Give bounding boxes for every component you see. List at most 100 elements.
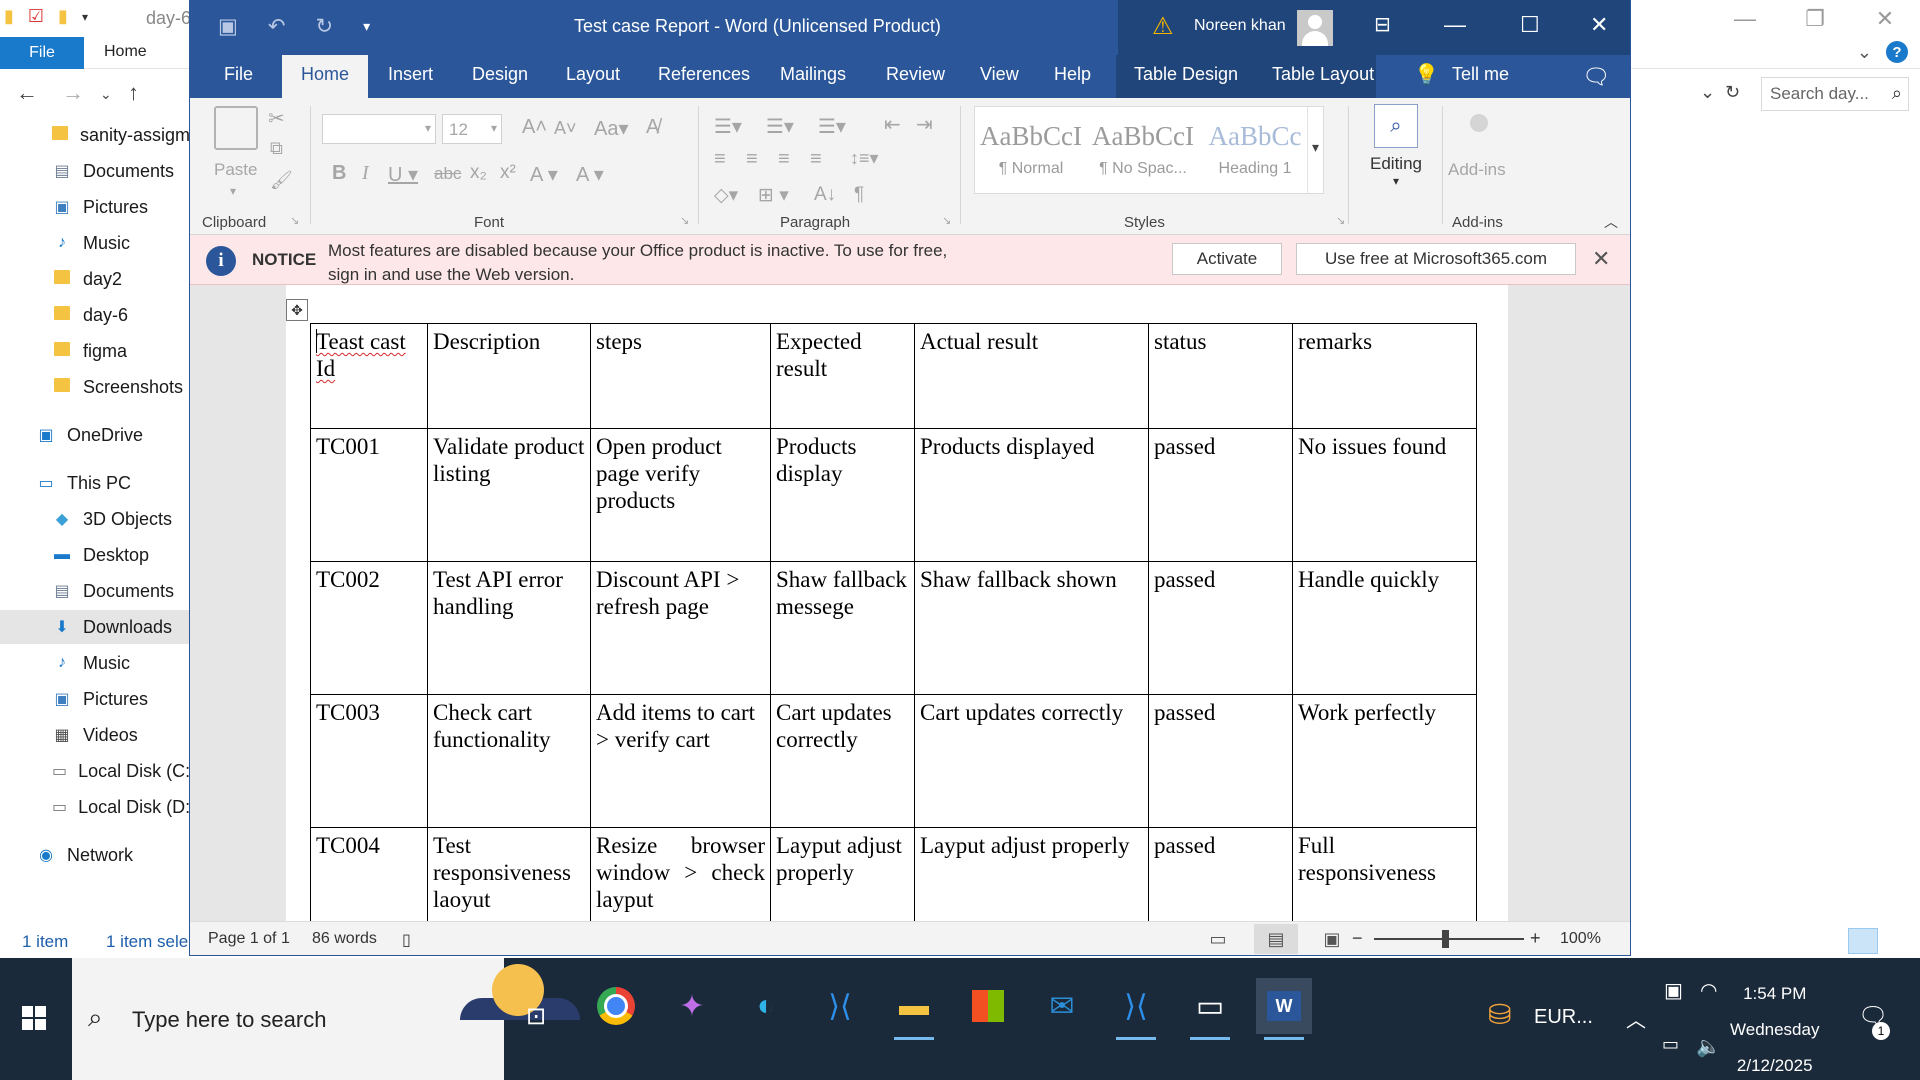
close-icon[interactable]: ✕ — [1850, 0, 1920, 37]
clock[interactable]: 1:54 PM Wednesday 2/12/2025 — [1730, 976, 1819, 1080]
table-cell[interactable]: Cart updates correctly — [914, 694, 1149, 828]
sidebar-item-screenshots[interactable]: Screenshots — [0, 370, 190, 404]
table-cell[interactable]: passed — [1148, 428, 1293, 562]
paste-icon[interactable] — [214, 106, 258, 150]
underline-icon[interactable]: U ▾ — [388, 162, 418, 187]
undo-icon[interactable]: ↶ — [268, 14, 286, 39]
font-name-select[interactable]: ▾ — [322, 114, 436, 144]
table-cell[interactable]: passed — [1148, 827, 1293, 921]
document-area[interactable]: ✥ Teast cast Id Description steps Expect… — [190, 285, 1630, 921]
font-size-select[interactable]: 12 ▾ — [442, 114, 502, 144]
table-cell[interactable]: Products display — [770, 428, 915, 562]
vscode-icon[interactable]: ⟩⟨ — [1108, 978, 1164, 1040]
forward-arrow-icon[interactable]: → — [62, 80, 84, 106]
italic-icon[interactable]: I — [362, 162, 369, 185]
shading-icon[interactable]: ◇▾ — [714, 184, 738, 207]
close-icon[interactable]: ✕ — [1590, 12, 1608, 38]
dialog-launcher-icon[interactable]: ↘ — [942, 214, 951, 227]
align-right-icon[interactable]: ≡ — [778, 148, 790, 171]
explorer-file-tab[interactable]: File — [0, 37, 84, 69]
page-count[interactable]: Page 1 of 1 — [208, 930, 290, 948]
zoom-slider-thumb[interactable] — [1442, 930, 1449, 948]
style-normal[interactable]: AaBbCcI ¶ Normal — [977, 107, 1085, 195]
sidebar-item-3d-objects[interactable]: ◆ 3D Objects — [0, 502, 190, 536]
dialog-launcher-icon[interactable]: ↘ — [680, 214, 689, 227]
vscode-icon[interactable]: ⟩⟨ — [812, 978, 868, 1034]
task-view-icon[interactable]: ⊡ — [526, 1002, 546, 1031]
font-color-icon[interactable]: A ▾ — [576, 162, 604, 187]
table-cell[interactable]: TC001 — [310, 428, 428, 562]
address-dropdown-icon[interactable]: ⌄ — [1700, 82, 1715, 103]
dialog-launcher-icon[interactable]: ↘ — [1336, 214, 1345, 227]
table-cell[interactable]: Check cart functionality — [427, 694, 591, 828]
tab-review[interactable]: Review — [886, 64, 945, 85]
table-cell[interactable]: Test responsiveness laoyut — [427, 827, 591, 921]
zoom-level[interactable]: 100% — [1560, 930, 1601, 948]
add-ins-icon[interactable] — [1470, 114, 1488, 132]
table-move-handle-icon[interactable]: ✥ — [286, 299, 308, 321]
table-cell[interactable]: passed — [1148, 561, 1293, 695]
sidebar-item-day-6[interactable]: day-6 — [0, 298, 190, 332]
shrink-font-icon[interactable]: A˅ — [554, 118, 577, 139]
paste-dropdown-icon[interactable]: ▾ — [230, 184, 236, 198]
refresh-icon[interactable]: ↻ — [1725, 82, 1740, 103]
ribbon-display-options-icon[interactable]: ⊟ — [1374, 12, 1391, 37]
increase-indent-icon[interactable]: ⇥ — [916, 112, 933, 137]
styles-more-icon[interactable]: ▾ — [1307, 107, 1323, 193]
multilevel-list-icon[interactable]: ☰▾ — [818, 114, 846, 139]
table-cell[interactable]: passed — [1148, 694, 1293, 828]
close-icon[interactable]: ✕ — [1592, 246, 1610, 272]
table-cell[interactable]: Layput adjust properly — [770, 827, 915, 921]
sidebar-item-documents[interactable]: ▤ Documents — [0, 154, 190, 188]
decrease-indent-icon[interactable]: ⇤ — [884, 112, 901, 137]
outlook-icon[interactable]: ✉ — [1034, 978, 1090, 1034]
grow-font-icon[interactable]: A˄ — [522, 116, 547, 139]
dialog-launcher-icon[interactable]: ↘ — [290, 214, 299, 227]
table-cell[interactable]: Full responsiveness — [1292, 827, 1477, 921]
table-header-cell[interactable]: Actual result — [914, 323, 1149, 429]
explorer-home-tab[interactable]: Home — [104, 43, 147, 61]
sidebar-item-pictures-pc[interactable]: ▣ Pictures — [0, 682, 190, 716]
sidebar-item-documents-pc[interactable]: ▤ Documents — [0, 574, 190, 608]
meet-now-icon[interactable]: ▣ — [1664, 978, 1683, 1003]
collapse-ribbon-icon[interactable]: ︿ — [1604, 212, 1618, 232]
sidebar-item-pictures[interactable]: ▣ Pictures — [0, 190, 190, 224]
style-no-spacing[interactable]: AaBbCcI ¶ No Spac... — [1089, 107, 1197, 195]
table-cell[interactable]: Work perfectly — [1292, 694, 1477, 828]
style-heading-1[interactable]: AaBbCc Heading 1 — [1201, 107, 1309, 195]
add-ins-button-label[interactable]: Add-ins — [1448, 160, 1506, 180]
wifi-icon[interactable]: ◠ — [1700, 978, 1717, 1003]
table-header-cell[interactable]: Teast cast Id — [310, 323, 428, 429]
sidebar-item-local-disk-d[interactable]: ▭ Local Disk (D:) — [0, 790, 196, 824]
editing-button[interactable]: ⌕ Editing ▾ — [1360, 104, 1432, 188]
tab-table-design[interactable]: Table Design — [1134, 64, 1238, 85]
proofing-icon[interactable]: ▯ — [402, 930, 411, 950]
customize-qat-icon[interactable]: ▾ — [363, 14, 370, 39]
table-cell[interactable]: Shaw fallback messege — [770, 561, 915, 695]
tab-view[interactable]: View — [980, 64, 1019, 85]
use-free-button[interactable]: Use free at Microsoft365.com — [1296, 243, 1576, 275]
tab-file[interactable]: File — [224, 64, 253, 85]
show-hidden-icons-icon[interactable]: ︿ — [1626, 1004, 1646, 1033]
table-cell[interactable]: No issues found — [1292, 428, 1477, 562]
table-cell[interactable]: Cart updates correctly — [770, 694, 915, 828]
change-case-icon[interactable]: Aa▾ — [594, 116, 629, 141]
sidebar-item-day2[interactable]: day2 — [0, 262, 190, 296]
bold-icon[interactable]: B — [332, 162, 346, 185]
tab-design[interactable]: Design — [472, 64, 528, 85]
battery-icon[interactable]: ▭ — [1662, 1034, 1679, 1055]
clear-formatting-icon[interactable]: A̸ — [646, 116, 659, 139]
subscript-icon[interactable]: x₂ — [470, 162, 487, 184]
table-header-cell[interactable]: Description — [427, 323, 591, 429]
table-cell[interactable]: Test API error handling — [427, 561, 591, 695]
strikethrough-icon[interactable]: abc — [434, 164, 461, 184]
text-effects-icon[interactable]: A ▾ — [530, 162, 558, 187]
table-cell[interactable]: Products displayed — [914, 428, 1149, 562]
table-header-cell[interactable]: steps — [590, 323, 771, 429]
numbering-icon[interactable]: ☰▾ — [766, 114, 794, 139]
cut-icon[interactable]: ✂ — [268, 106, 285, 131]
properties-icon[interactable]: ☑ — [28, 6, 44, 27]
tab-home[interactable]: Home — [282, 55, 369, 98]
details-view-icon[interactable] — [1848, 928, 1878, 954]
new-folder-icon[interactable]: ▮ — [58, 6, 68, 27]
